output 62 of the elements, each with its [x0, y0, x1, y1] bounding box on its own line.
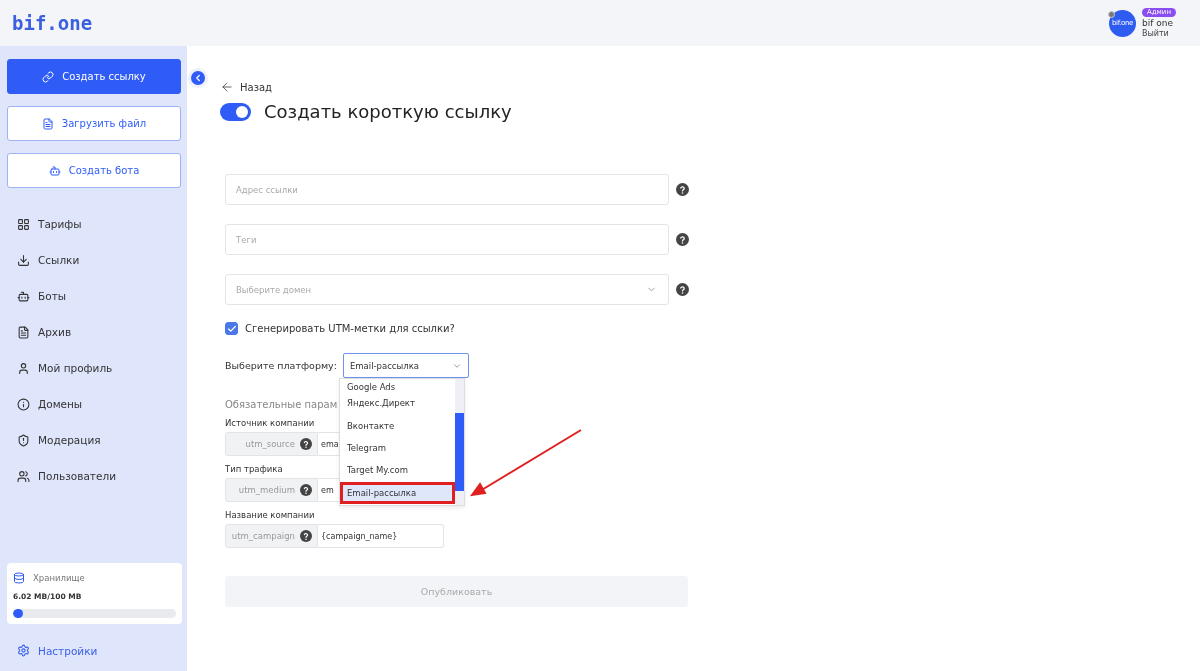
link-icon — [42, 70, 55, 83]
utm-key: utm_source — [245, 439, 295, 449]
file-icon — [41, 117, 54, 130]
dropdown-option[interactable]: Вконтакте — [340, 414, 455, 437]
help-icon[interactable] — [676, 183, 689, 196]
bot-icon — [17, 289, 30, 303]
help-icon[interactable] — [300, 438, 312, 450]
sidebar-action-button[interactable]: Создать ссылку — [7, 59, 181, 94]
settings-link[interactable]: Настройки — [7, 644, 181, 657]
sidebar-item[interactable]: Тарифы — [7, 206, 181, 242]
help-icon[interactable] — [300, 484, 312, 496]
user-name: bif one — [1141, 18, 1173, 28]
section-heading: Обязательные парам — [225, 399, 338, 410]
back-link[interactable]: Назад — [220, 80, 272, 94]
chevron-left-icon — [193, 73, 203, 83]
grid-icon — [17, 217, 30, 231]
help-icon[interactable] — [676, 283, 689, 296]
sidebar-action-button[interactable]: Загрузить файл — [7, 106, 181, 141]
sidebar-item[interactable]: Мой профиль — [7, 350, 181, 386]
file-icon — [17, 325, 30, 339]
users-icon — [17, 469, 30, 483]
user-icon — [17, 361, 30, 375]
info-icon — [17, 397, 30, 411]
dropdown-option[interactable]: Email-рассылка — [340, 481, 455, 504]
database-icon — [13, 572, 25, 584]
platform-select[interactable]: Email-рассылка — [342, 353, 469, 378]
help-icon[interactable] — [300, 530, 312, 542]
logo[interactable]: bif.one — [12, 12, 93, 34]
dropdown-option[interactable]: Target My.com — [340, 459, 455, 482]
bot-icon — [48, 164, 61, 177]
platform-label: Выберите платформу: — [225, 360, 337, 371]
storage-title: Хранилище — [33, 573, 85, 583]
utm-key: utm_campaign — [231, 531, 295, 541]
logout-link[interactable]: Выйти — [1141, 29, 1169, 38]
settings-icon — [17, 644, 30, 657]
checkbox[interactable] — [225, 322, 238, 335]
page-title: Создать короткую ссылку — [264, 101, 512, 122]
sidebar-item[interactable]: Модерация — [7, 422, 181, 458]
toggle-switch[interactable] — [220, 102, 251, 121]
domain-select[interactable]: Выберите домен — [225, 274, 669, 305]
dropdown-option[interactable]: Telegram — [340, 436, 455, 460]
shield-icon — [17, 433, 30, 447]
download-icon — [17, 253, 30, 267]
dropdown-option[interactable]: Google Ads — [340, 379, 455, 392]
checkbox-label: Сгенерировать UTM-метки для ссылки? — [245, 323, 455, 334]
back-arrow-icon — [220, 80, 234, 94]
sidebar-action-button[interactable]: Создать бота — [7, 153, 181, 188]
sidebar-item[interactable]: Пользователи — [7, 458, 181, 494]
sidebar-item[interactable]: Домены — [7, 386, 181, 422]
text-field[interactable]: Теги — [225, 224, 669, 255]
dropdown-option[interactable]: Яндекс.Директ — [340, 392, 455, 415]
sidebar-item[interactable]: Архив — [7, 314, 181, 350]
utm-label: Тип трафика — [225, 464, 283, 474]
text-field[interactable]: Адрес ссылки — [225, 174, 669, 205]
sidebar-item[interactable]: Ссылки — [7, 242, 181, 278]
utm-label: Источник компании — [225, 418, 315, 428]
scrollbar[interactable] — [455, 379, 464, 505]
utm-label: Название компании — [225, 510, 315, 520]
sidebar-item[interactable]: Боты — [7, 278, 181, 314]
utm-value-field[interactable]: {campaign_name} — [318, 524, 444, 548]
utm-key: utm_medium — [238, 485, 295, 495]
help-icon[interactable] — [676, 233, 689, 246]
